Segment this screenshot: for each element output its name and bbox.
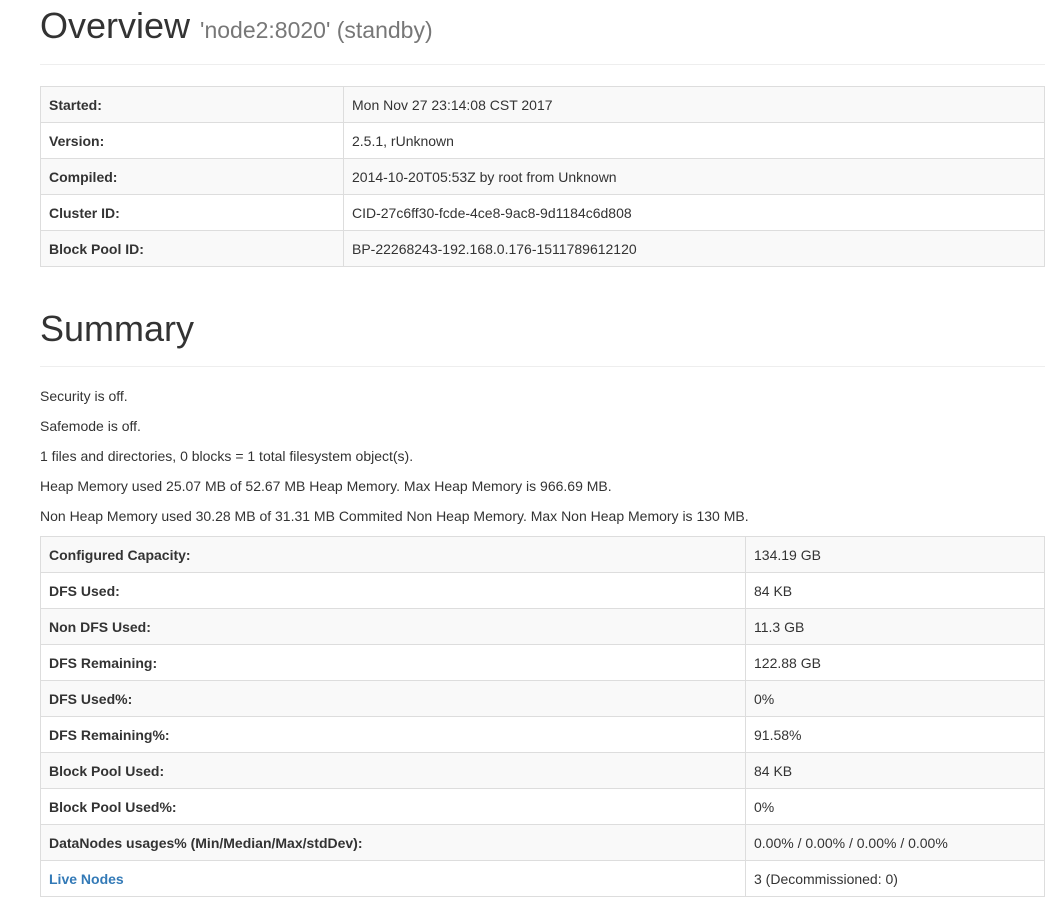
row-value: 91.58% [745, 716, 1045, 753]
row-label: Configured Capacity: [40, 536, 746, 573]
row-label: Block Pool ID: [40, 230, 344, 267]
table-row: DataNodes usages% (Min/Median/Max/stdDev… [40, 824, 1045, 861]
row-value: 0% [745, 680, 1045, 717]
summary-table: Configured Capacity: 134.19 GB DFS Used:… [40, 536, 1045, 897]
row-value: 2.5.1, rUnknown [343, 122, 1045, 159]
security-status: Security is off. [40, 388, 128, 404]
row-label: Cluster ID: [40, 194, 344, 231]
table-row: DFS Used%: 0% [40, 680, 1045, 717]
table-row: Block Pool ID: BP-22268243-192.168.0.176… [40, 230, 1045, 267]
row-value: 3 (Decommissioned: 0) [745, 860, 1045, 897]
row-label: Started: [40, 86, 344, 123]
row-value: 84 KB [745, 572, 1045, 609]
table-row: Non DFS Used: 11.3 GB [40, 608, 1045, 645]
table-row: DFS Remaining%: 91.58% [40, 716, 1045, 753]
row-label: DFS Used%: [40, 680, 746, 717]
filesystem-objects: 1 files and directories, 0 blocks = 1 to… [40, 448, 414, 464]
overview-header: Overview 'node2:8020' (standby) [40, 0, 1045, 65]
overview-subtitle: 'node2:8020' (standby) [200, 17, 433, 43]
table-row: Block Pool Used: 84 KB [40, 752, 1045, 789]
table-row: DFS Remaining: 122.88 GB [40, 644, 1045, 681]
table-row: Started: Mon Nov 27 23:14:08 CST 2017 [40, 86, 1045, 123]
row-label: Block Pool Used: [40, 752, 746, 789]
row-value: 0% [745, 788, 1045, 825]
table-row: Live Nodes 3 (Decommissioned: 0) [40, 860, 1045, 897]
row-label: Version: [40, 122, 344, 159]
row-label: Block Pool Used%: [40, 788, 746, 825]
row-value: 0.00% / 0.00% / 0.00% / 0.00% [745, 824, 1045, 861]
row-label: Non DFS Used: [40, 608, 746, 645]
table-row: Cluster ID: CID-27c6ff30-fcde-4ce8-9ac8-… [40, 194, 1045, 231]
row-value: 134.19 GB [745, 536, 1045, 573]
row-label: Live Nodes [40, 860, 746, 897]
table-row: Block Pool Used%: 0% [40, 788, 1045, 825]
row-label: DataNodes usages% (Min/Median/Max/stdDev… [40, 824, 746, 861]
overview-title: Overview 'node2:8020' (standby) [40, 0, 1045, 51]
row-value: 122.88 GB [745, 644, 1045, 681]
main-content: Overview 'node2:8020' (standby) Started:… [40, 0, 1045, 897]
safemode-status: Safemode is off. [40, 418, 141, 434]
table-row: DFS Used: 84 KB [40, 572, 1045, 609]
heap-memory: Heap Memory used 25.07 MB of 52.67 MB He… [40, 478, 612, 494]
row-label: DFS Remaining%: [40, 716, 746, 753]
overview-title-text: Overview [40, 5, 191, 46]
row-label: DFS Remaining: [40, 644, 746, 681]
row-label: DFS Used: [40, 572, 746, 609]
overview-table: Started: Mon Nov 27 23:14:08 CST 2017 Ve… [40, 86, 1045, 267]
summary-lines: Security is off. Safemode is off. 1 file… [40, 367, 1045, 536]
table-row: Version: 2.5.1, rUnknown [40, 122, 1045, 159]
row-value: CID-27c6ff30-fcde-4ce8-9ac8-9d1184c6d808 [343, 194, 1045, 231]
row-value: Mon Nov 27 23:14:08 CST 2017 [343, 86, 1045, 123]
row-value: 11.3 GB [745, 608, 1045, 645]
summary-header: Summary [40, 303, 1045, 367]
row-label: Compiled: [40, 158, 344, 195]
row-value: 2014-10-20T05:53Z by root from Unknown [343, 158, 1045, 195]
row-value: BP-22268243-192.168.0.176-1511789612120 [343, 230, 1045, 267]
live-nodes-link[interactable]: Live Nodes [49, 871, 124, 887]
non-heap-memory: Non Heap Memory used 30.28 MB of 31.31 M… [40, 508, 749, 524]
table-row: Compiled: 2014-10-20T05:53Z by root from… [40, 158, 1045, 195]
summary-title: Summary [40, 308, 195, 349]
row-value: 84 KB [745, 752, 1045, 789]
table-row: Configured Capacity: 134.19 GB [40, 536, 1045, 573]
